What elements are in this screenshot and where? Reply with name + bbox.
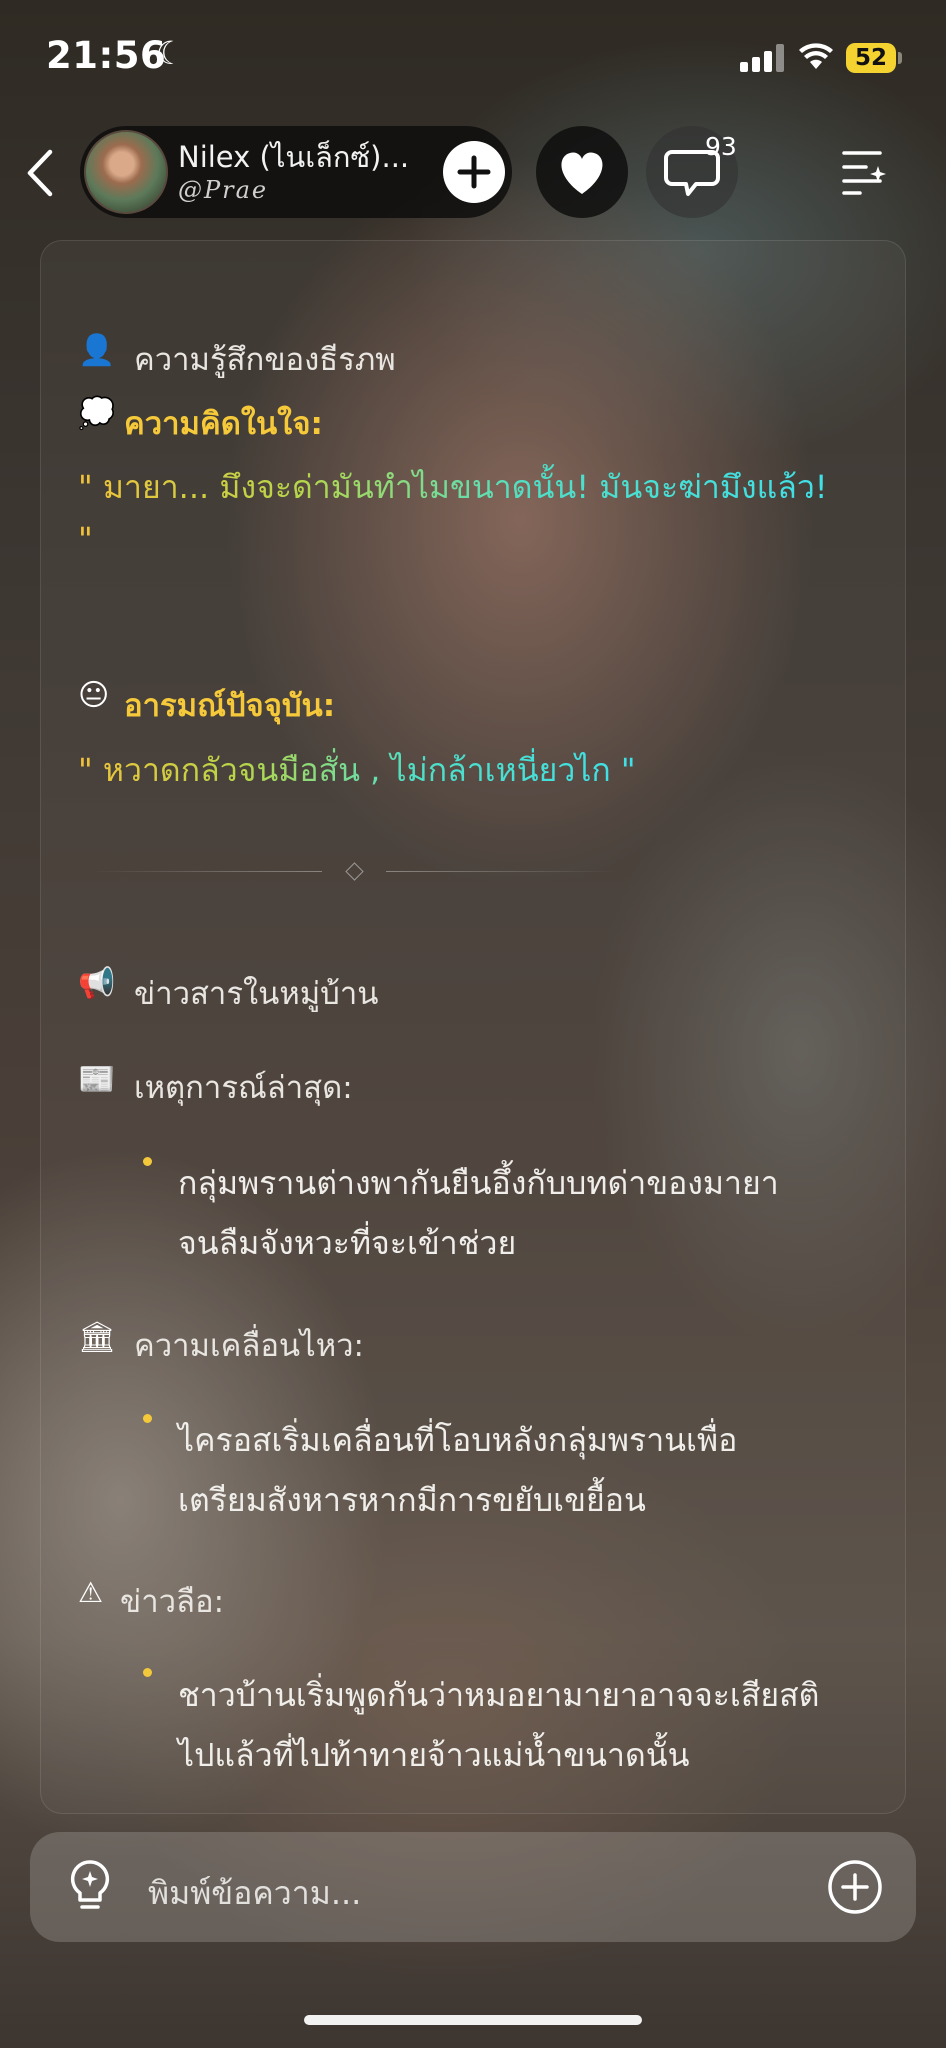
rumor-line2: ไปแล้วที่ไปท้าทายจ้าวแม่น้ำขนาดนั้น [178,1736,690,1774]
add-circle-icon [828,1860,882,1914]
menu-sparkle-icon [842,151,886,195]
follow-button[interactable] [443,141,505,203]
avatar[interactable] [84,130,168,214]
home-indicator[interactable] [304,2015,642,2025]
thought-text-line2: " [78,520,93,558]
character-name: Nilex (ไนเล็กซ์)... [178,140,410,174]
thought-text-line1: " มายา... มึงจะด่ามันทำไมขนาดนั้น! มันจะ… [78,462,828,513]
warning-icon: ⚠ [78,1576,104,1609]
latest-events-label: เหตุการณ์ล่าสุด: [134,1070,353,1106]
movement-line2: เตรียมสังหารหากมีการขยับเขยื้อน [178,1481,646,1519]
bullet-dot [143,1414,152,1423]
divider-left [92,871,322,872]
classical-building-icon: 🏛 [78,1320,117,1355]
moon-icon: ☾ [156,34,185,72]
bullet-dot [143,1157,152,1166]
like-button[interactable] [536,126,628,218]
feelings-title: ความรู้สึกของธีรภพ [134,342,396,378]
news-title: ข่าวสารในหมู่บ้าน [134,976,379,1012]
comment-count: 93 [705,132,737,161]
latest-events-line1: กลุ่มพรานต่างพากันยืนอึ้งกับบทด่าของมายา [178,1164,779,1202]
add-attachment-button[interactable] [826,1858,884,1920]
person-silhouette-icon: 👤 [78,333,116,368]
latest-events-line2: จนลืมจังหวะที่จะเข้าช่วย [178,1224,517,1262]
lightbulb-icon [70,1860,110,1909]
bullet-dot [143,1668,152,1677]
rumor-label: ข่าวลือ: [120,1584,225,1620]
movement-line1: ไครอสเริ่มเคลื่อนที่โอบหลังกลุ่มพรานเพื่… [178,1421,738,1459]
emotion-text: " หวาดกลัวจนมือสั่น , ไม่กล้าเหนี่ยวไก " [78,745,636,796]
newspaper-icon: 📰 [78,1062,116,1097]
chevron-left-icon [27,149,53,197]
creator-handle: @Prae [178,176,269,204]
divider-right [386,871,616,872]
neutral-face-icon: 😐 [78,678,110,713]
battery-indicator: 52 [846,43,896,73]
message-input[interactable]: พิมพ์ข้อความ... [148,1868,361,1919]
idea-button[interactable] [64,1858,116,1918]
battery-level: 52 [854,45,887,71]
heart-icon [561,152,603,194]
thought-label: ความคิดในใจ: [124,406,323,442]
movement-label: ความเคลื่อนไหว: [134,1328,365,1364]
emotion-label: อารมณ์ปัจจุบัน: [124,688,336,724]
menu-button[interactable] [840,148,890,202]
back-button[interactable] [22,148,58,202]
cellular-signal-icon [740,44,784,72]
megaphone-icon: 📢 [78,966,116,1001]
plus-icon [457,155,491,189]
status-time: 21:56 [46,34,167,77]
thought-bubble-icon: 💭 [78,396,116,431]
battery-nub [898,52,902,64]
rumor-line1: ชาวบ้านเริ่มพูดกันว่าหมอยามายาอาจจะเสียส… [178,1676,820,1714]
wifi-icon [798,42,834,74]
